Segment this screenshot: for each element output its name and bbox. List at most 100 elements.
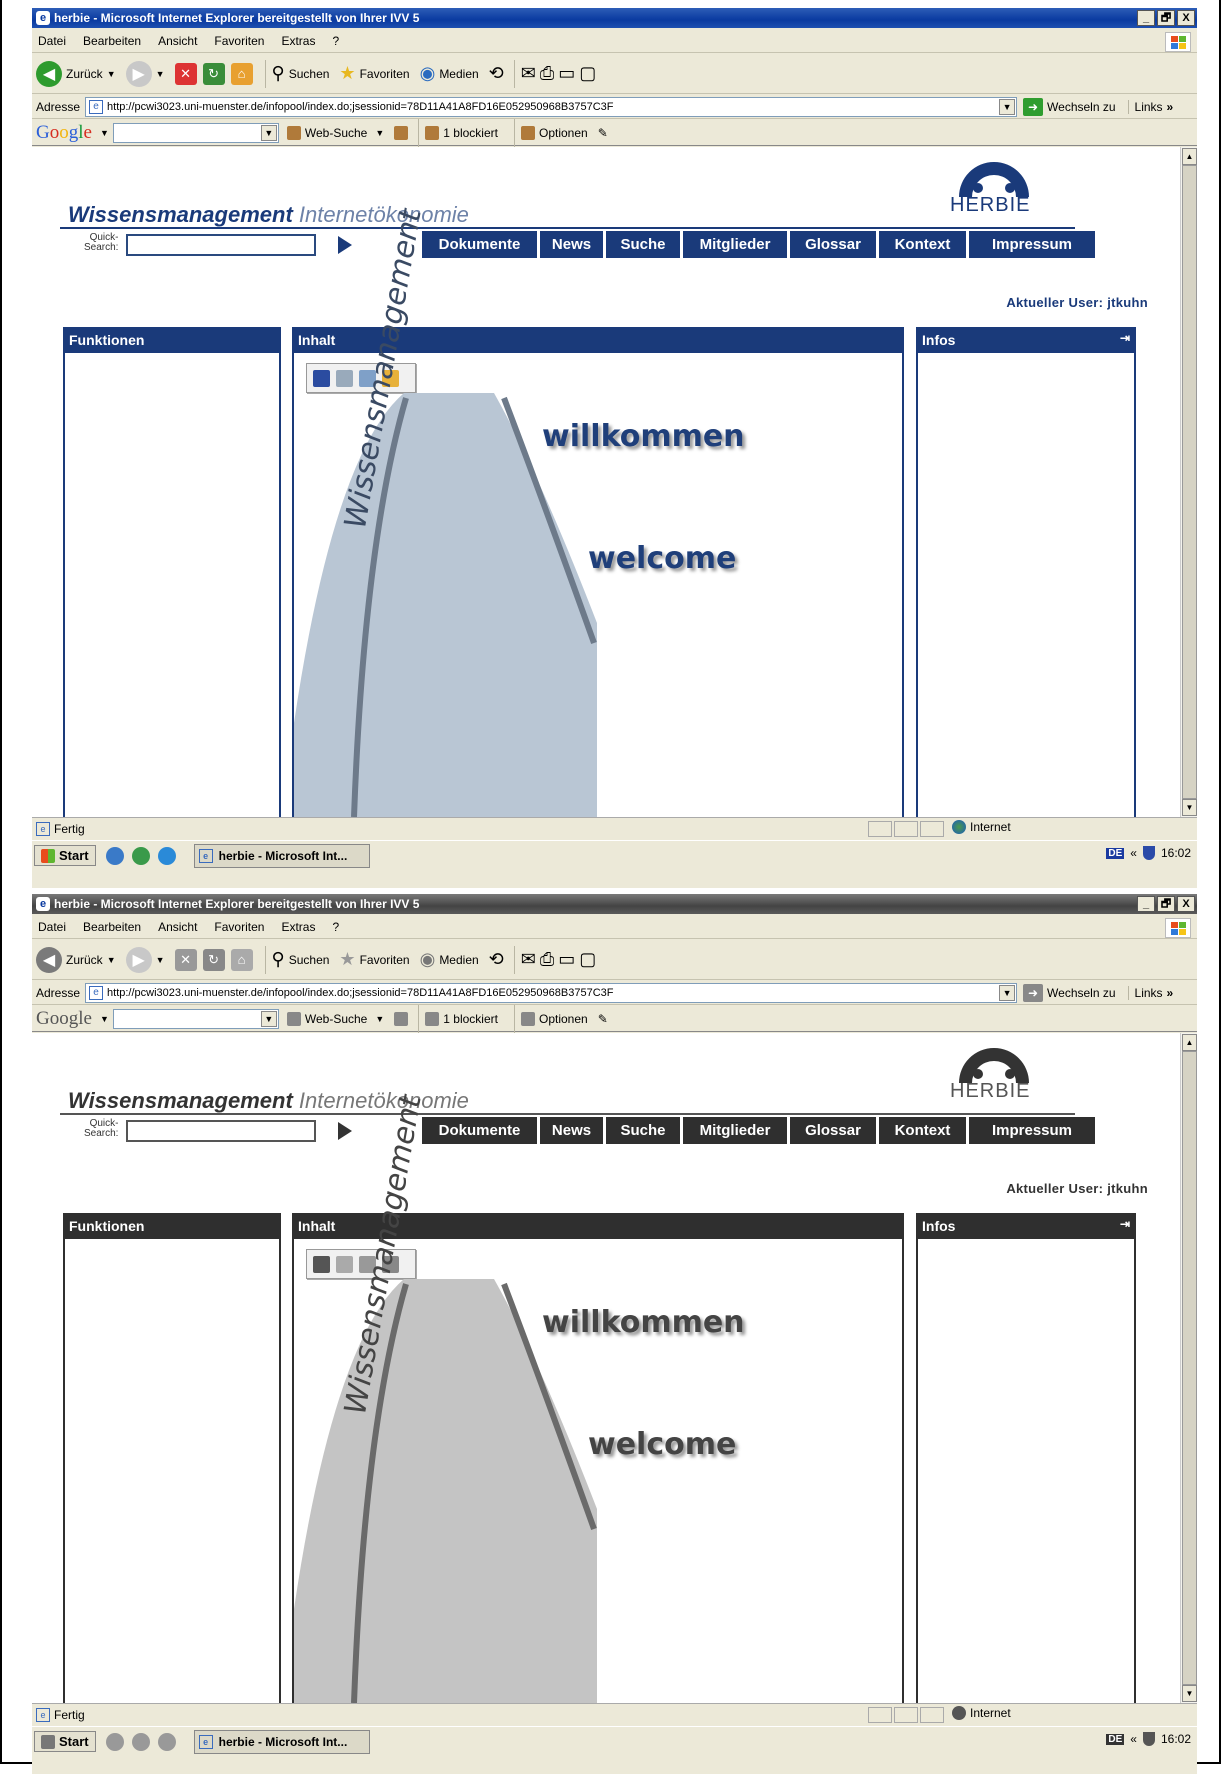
tray-expand-icon[interactable]: « [1130,1732,1137,1746]
stop-icon[interactable]: ✕ [174,62,197,85]
nav-suche[interactable]: Suche [606,231,680,258]
scroll-thumb[interactable] [1182,165,1197,799]
taskbar-window-button[interactable]: e herbie - Microsoft Int... [193,1729,370,1754]
print-icon[interactable]: ⎙ [540,949,554,970]
address-dropdown-button[interactable]: ▼ [999,98,1016,115]
language-indicator[interactable]: DE [1106,1733,1125,1745]
nav-kontext[interactable]: Kontext [879,231,966,258]
google-search-dropdown[interactable]: ▼ [260,124,277,141]
menu-help[interactable]: ? [332,34,339,48]
google-search-dropdown[interactable]: ▼ [260,1010,277,1027]
nav-impressum[interactable]: Impressum [969,1117,1095,1144]
quick-search-input[interactable] [126,234,316,256]
pencil-icon[interactable]: ✎ [598,1012,608,1026]
dropdown-icon[interactable]: ▼ [100,128,109,138]
expand-panel-icon[interactable]: ⇥ [1120,331,1130,345]
refresh-icon[interactable]: ↻ [202,62,225,85]
print-icon[interactable] [336,1255,353,1273]
nav-suche[interactable]: Suche [606,1117,680,1144]
vertical-scrollbar[interactable]: ▲ ▼ [1180,147,1197,817]
scroll-down-icon[interactable]: ▼ [1182,1685,1197,1702]
nav-glossar[interactable]: Glossar [790,231,876,258]
save-icon[interactable] [313,1255,330,1273]
taskbar-window-button[interactable]: e herbie - Microsoft Int... [193,843,370,868]
go-button[interactable]: Wechseln zu [1047,100,1115,114]
stop-icon[interactable]: ✕ [174,948,197,971]
google-logo[interactable]: Google [36,1008,92,1030]
shield-icon[interactable] [1142,846,1155,860]
restore-button[interactable]: 🗗 [1157,10,1175,26]
go-button[interactable]: Wechseln zu [1047,986,1115,1000]
menu-ansicht[interactable]: Ansicht [158,920,197,934]
menu-ansicht[interactable]: Ansicht [158,34,197,48]
save-icon[interactable] [313,369,330,387]
media-button[interactable]: ◉ Medien [420,949,479,970]
note-icon[interactable]: ▢ [579,63,596,84]
expand-panel-icon[interactable]: ⇥ [1120,1217,1130,1231]
minimize-button[interactable]: _ [1137,896,1155,912]
nav-news[interactable]: News [540,231,603,258]
quick-search-submit-icon[interactable] [338,1122,352,1140]
shield-icon[interactable] [1142,1732,1155,1746]
chevron-right-icon[interactable]: » [1167,100,1174,114]
history-icon[interactable]: ⟲ [489,949,504,970]
dropdown-icon[interactable]: ▼ [100,1014,109,1024]
refresh-icon[interactable]: ↻ [202,948,225,971]
go-arrow-icon[interactable]: ➜ [1023,97,1044,116]
quicklaunch-browser-icon[interactable] [157,846,176,865]
google-logo[interactable]: Google [36,122,92,144]
back-button[interactable]: ◀ Zurück ▼ [36,60,116,87]
print-icon[interactable]: ⎙ [540,63,554,84]
quicklaunch-browser-icon[interactable] [157,1732,176,1751]
nav-glossar[interactable]: Glossar [790,1117,876,1144]
nav-mitglieder[interactable]: Mitglieder [683,1117,787,1144]
print-icon[interactable] [336,369,353,387]
favorites-button[interactable]: ★ Favoriten [339,949,409,970]
popup-blocker-button[interactable]: 1 blockiert [425,125,498,140]
forward-button[interactable]: ▶ ▼ [125,946,165,973]
search-button[interactable]: ⚲ Suchen [272,63,330,84]
language-indicator[interactable]: DE [1106,847,1125,859]
favorites-button[interactable]: ★ Favoriten [339,63,409,84]
news-icon[interactable] [394,125,409,140]
options-button[interactable]: Optionen [520,1011,588,1026]
scroll-up-icon[interactable]: ▲ [1182,148,1197,165]
menu-datei[interactable]: Datei [38,920,66,934]
quick-search-input[interactable] [126,1120,316,1142]
nav-news[interactable]: News [540,1117,603,1144]
address-input[interactable]: e http://pcwi3023.uni-muenster.de/infopo… [85,982,1018,1003]
nav-dokumente[interactable]: Dokumente [422,1117,537,1144]
close-button[interactable]: X [1177,10,1195,26]
history-icon[interactable]: ⟲ [489,63,504,84]
edit-icon[interactable]: ▭ [558,63,575,84]
menu-favoriten[interactable]: Favoriten [214,34,264,48]
menu-favoriten[interactable]: Favoriten [214,920,264,934]
note-icon[interactable]: ▢ [579,949,596,970]
go-arrow-icon[interactable]: ➜ [1023,983,1044,1002]
links-button[interactable]: Links [1127,985,1163,1000]
chevron-right-icon[interactable]: » [1167,986,1174,1000]
menu-help[interactable]: ? [332,920,339,934]
web-search-button[interactable]: Web-Suche ▼ [286,1011,384,1026]
nav-dokumente[interactable]: Dokumente [422,231,537,258]
mail-icon[interactable]: ✉ [521,63,536,84]
restore-button[interactable]: 🗗 [1157,896,1175,912]
scroll-down-icon[interactable]: ▼ [1182,799,1197,816]
popup-blocker-button[interactable]: 1 blockiert [425,1011,498,1026]
google-search-input[interactable]: ▼ [112,122,279,143]
media-button[interactable]: ◉ Medien [420,63,479,84]
scroll-thumb[interactable] [1182,1051,1197,1685]
quick-search-submit-icon[interactable] [338,236,352,254]
quicklaunch-ie-icon[interactable] [105,846,124,865]
minimize-button[interactable]: _ [1137,10,1155,26]
home-icon[interactable]: ⌂ [230,62,253,85]
options-button[interactable]: Optionen [520,125,588,140]
address-input[interactable]: e http://pcwi3023.uni-muenster.de/infopo… [85,96,1018,117]
nav-mitglieder[interactable]: Mitglieder [683,231,787,258]
menu-bearbeiten[interactable]: Bearbeiten [83,920,141,934]
mail-icon[interactable]: ✉ [521,949,536,970]
menu-bearbeiten[interactable]: Bearbeiten [83,34,141,48]
search-button[interactable]: ⚲ Suchen [272,949,330,970]
news-icon[interactable] [394,1011,409,1026]
start-button[interactable]: Start [34,1731,96,1752]
